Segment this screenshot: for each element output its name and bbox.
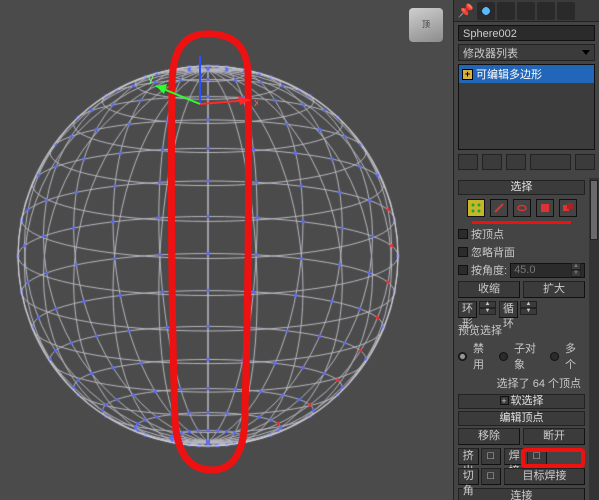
red-box-annotation-weld (521, 448, 585, 468)
extrude-button[interactable]: 挤出 (458, 448, 479, 465)
gizmo[interactable]: x y (138, 56, 258, 139)
edit-vertices-section: 移除 断开 挤出□ 焊接□ 切角□ 目标焊接 连接 移除孤立顶点 (458, 428, 585, 500)
grow-button[interactable]: 扩大 (523, 281, 585, 298)
modifier-list-label: 修改器列表 (463, 45, 518, 61)
polygon-subobj-button[interactable] (536, 199, 554, 217)
target-weld-button[interactable]: 目标焊接 (504, 468, 585, 485)
expand-icon[interactable]: + (462, 69, 473, 80)
ignore-backfacing-label: 忽略背面 (471, 244, 515, 260)
svg-text:y: y (148, 73, 154, 85)
loop-button[interactable]: 循环 (499, 301, 518, 318)
modifier-list-dropdown[interactable]: 修改器列表 (458, 44, 595, 61)
object-name-field[interactable]: Sphere002 (458, 25, 595, 41)
rollout-soft-selection[interactable]: +软选择 (458, 394, 585, 409)
stack-item-editable-poly[interactable]: + 可编辑多边形 (459, 65, 594, 83)
rollout-area: 选择 按顶点 忽略背面 (454, 178, 589, 500)
edge-subobj-button[interactable] (490, 199, 508, 217)
modify-tab-icon[interactable] (477, 2, 495, 20)
vertex-subobj-button[interactable] (467, 199, 485, 217)
chevron-down-icon (582, 50, 590, 55)
command-panel-tabs[interactable]: 📌 (454, 0, 599, 22)
view-cube[interactable]: 顶 (409, 8, 443, 42)
show-end-result-button[interactable] (482, 154, 502, 170)
command-panel: 📌 Sphere002 修改器列表 + 可编辑多边形 选择 (453, 0, 599, 500)
motion-tab-icon[interactable] (517, 2, 535, 20)
preview-subobj-radio[interactable] (499, 352, 508, 361)
viewport[interactable]: x y 顶 (0, 0, 453, 500)
remove-button[interactable]: 移除 (458, 428, 520, 445)
ignore-backfacing-checkbox[interactable] (458, 247, 468, 257)
chamfer-settings-button[interactable]: □ (481, 468, 502, 485)
preview-off-radio[interactable] (458, 352, 467, 361)
stack-toolbar (458, 153, 595, 171)
subobject-row (458, 199, 585, 217)
selection-section: 按顶点 忽略背面 按角度: 45.0▲▼ 收缩 扩大 环形▲▼ 循环▲▼ 预览选… (458, 199, 585, 392)
preview-label: 预览选择 (458, 322, 585, 338)
chamfer-button[interactable]: 切角 (458, 468, 479, 485)
break-button[interactable]: 断开 (523, 428, 585, 445)
red-underline-annotation (472, 221, 571, 224)
by-angle-label: 按角度: (471, 262, 507, 278)
remove-modifier-button[interactable] (530, 154, 571, 170)
rollout-edit-vertices[interactable]: 编辑顶点 (458, 411, 585, 426)
utilities-tab-icon[interactable] (557, 2, 575, 20)
rollout-selection[interactable]: 选择 (458, 180, 585, 195)
shrink-button[interactable]: 收缩 (458, 281, 520, 298)
pin-stack-button[interactable] (458, 154, 478, 170)
panel-scrollbar[interactable] (589, 178, 599, 500)
by-vertex-label: 按顶点 (471, 226, 504, 242)
stack-item-label: 可编辑多边形 (476, 66, 542, 82)
connect-button[interactable]: 连接 (458, 488, 585, 500)
scrollbar-thumb[interactable] (590, 180, 598, 240)
by-vertex-checkbox[interactable] (458, 229, 468, 239)
expand-icon: + (500, 396, 509, 405)
element-subobj-button[interactable] (559, 199, 577, 217)
extrude-settings-button[interactable]: □ (481, 448, 502, 465)
make-unique-button[interactable] (506, 154, 526, 170)
border-subobj-button[interactable] (513, 199, 531, 217)
ring-button[interactable]: 环形 (458, 301, 477, 318)
svg-text:x: x (254, 97, 258, 109)
by-angle-spinner[interactable]: 45.0▲▼ (510, 263, 585, 278)
by-angle-checkbox[interactable] (458, 265, 468, 275)
hierarchy-tab-icon[interactable] (497, 2, 515, 20)
selection-status: 选择了 64 个顶点 (458, 374, 585, 392)
configure-sets-button[interactable] (575, 154, 595, 170)
pin-icon[interactable]: 📌 (457, 2, 475, 20)
preview-multi-radio[interactable] (550, 352, 559, 361)
modifier-stack[interactable]: + 可编辑多边形 (458, 64, 595, 150)
display-tab-icon[interactable] (537, 2, 555, 20)
